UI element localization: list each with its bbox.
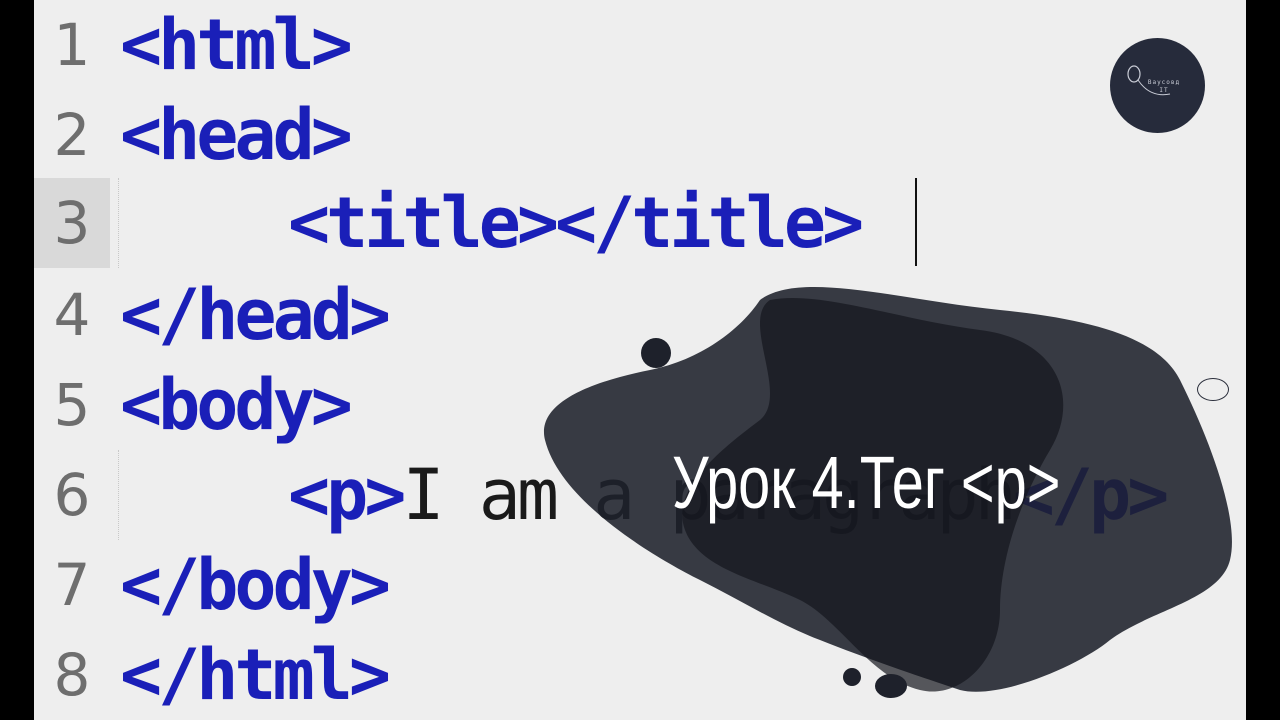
code-text[interactable]: <title></title>	[288, 178, 864, 268]
indent-guide	[118, 178, 119, 268]
code-text[interactable]: <html>	[120, 0, 353, 90]
ring-decoration	[1197, 378, 1229, 401]
line-number: 6	[53, 461, 91, 529]
line-number: 7	[53, 551, 91, 619]
logo-text-line-1: Ваусовд	[1147, 79, 1181, 86]
line-number: 4	[53, 281, 91, 349]
lesson-title: Урок 4.Тег <p>	[672, 441, 1061, 524]
text-cursor	[915, 178, 917, 266]
code-line-2[interactable]: 2 <head>	[34, 90, 1246, 180]
line-number: 3	[34, 178, 110, 268]
indent-guide	[118, 450, 119, 540]
code-line-5[interactable]: 5 <body>	[34, 360, 1246, 450]
code-text[interactable]: <head>	[120, 90, 353, 180]
line-number: 8	[53, 641, 91, 709]
code-text[interactable]: </body>	[120, 540, 391, 630]
code-text[interactable]: </head>	[120, 270, 391, 360]
code-line-8[interactable]: 8 </html>	[34, 630, 1246, 720]
line-number: 2	[53, 101, 91, 169]
code-line-3[interactable]: 3 <title></title>	[34, 178, 1246, 268]
code-editor[interactable]: 1 <html> 2 <head> 3 <title></title> 4 </…	[34, 0, 1246, 720]
code-line-6[interactable]: 6 <p>I am a paragraph</p>	[34, 450, 1246, 540]
code-text[interactable]: <body>	[120, 360, 353, 450]
code-line-1[interactable]: 1 <html>	[34, 0, 1246, 90]
line-number: 1	[53, 11, 91, 79]
code-text[interactable]: </html>	[120, 630, 391, 720]
logo-text-line-2: IT	[1159, 87, 1169, 94]
code-line-4[interactable]: 4 </head>	[34, 270, 1246, 360]
code-line-7[interactable]: 7 </body>	[34, 540, 1246, 630]
p-open-tag: <p>	[288, 454, 406, 536]
line-number: 5	[53, 371, 91, 439]
logo-text: Ваусовд IT	[1140, 79, 1188, 95]
